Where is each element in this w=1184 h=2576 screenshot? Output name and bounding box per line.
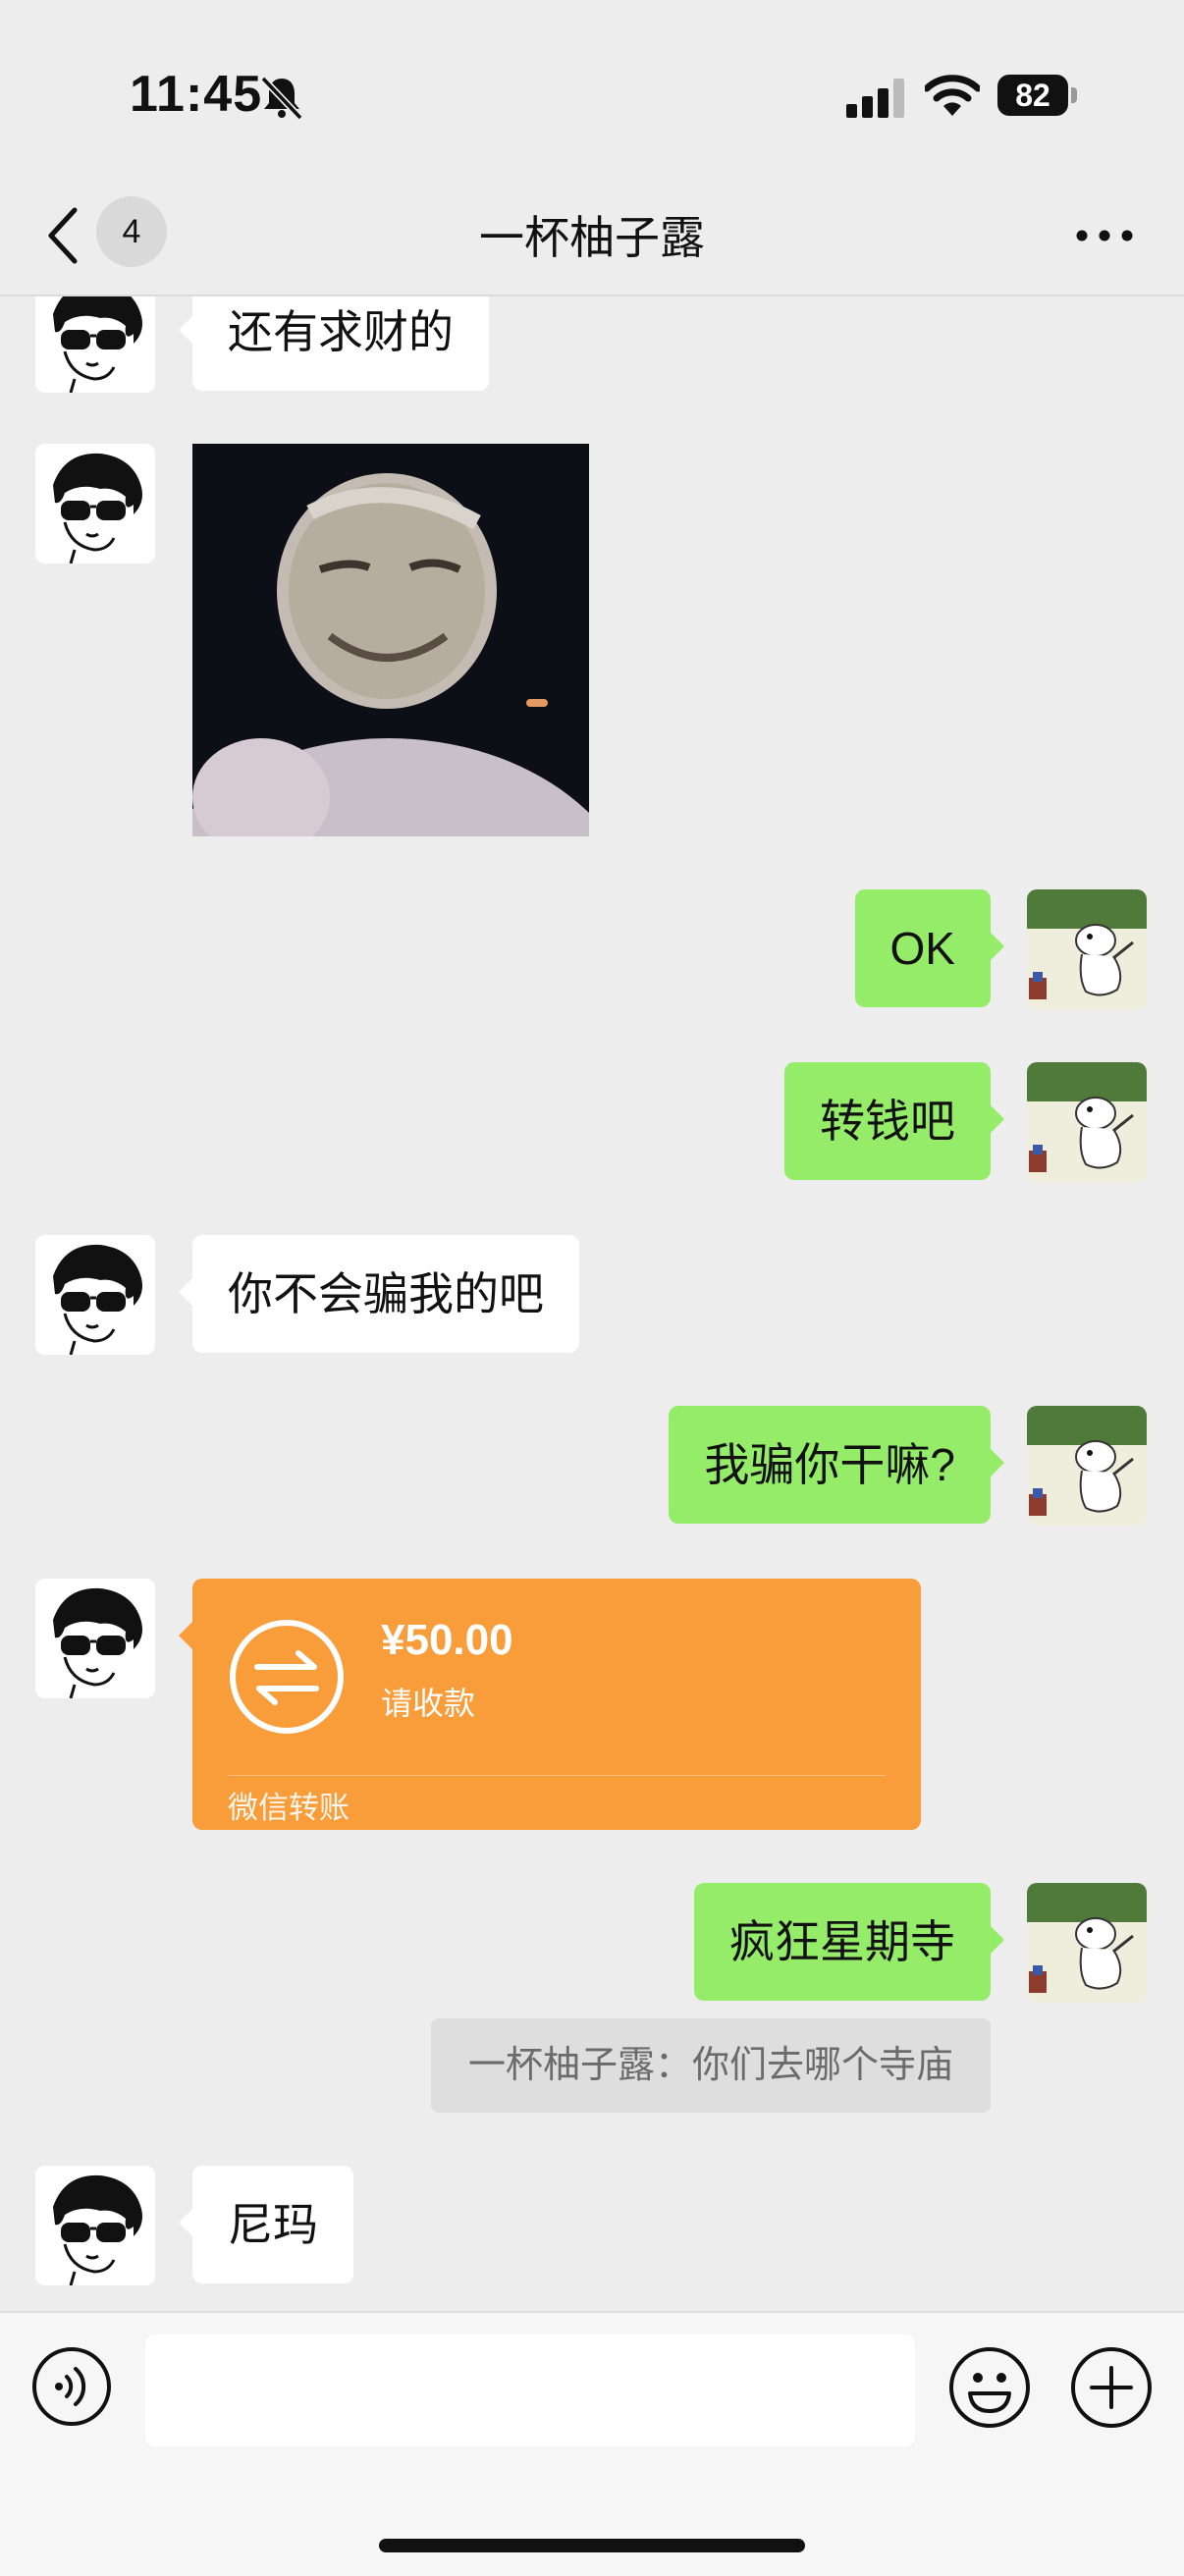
transfer-divider — [228, 1775, 886, 1776]
unread-count-badge[interactable]: 4 — [96, 196, 167, 267]
back-chevron-icon[interactable] — [39, 200, 88, 271]
transfer-arrows-icon — [230, 1620, 344, 1734]
bell-slash-icon — [260, 76, 303, 121]
plus-icon[interactable] — [1070, 2346, 1153, 2429]
more-dots-icon[interactable] — [1070, 216, 1139, 255]
chat-title: 一杯柚子露 — [479, 212, 705, 263]
image-message[interactable] — [192, 444, 589, 836]
battery-icon: 82 — [997, 75, 1077, 116]
my-avatar[interactable] — [1027, 1406, 1147, 1526]
emoji-icon[interactable] — [948, 2346, 1031, 2429]
status-bar: 11:45 82 — [0, 0, 1184, 177]
message-bubble[interactable]: 转钱吧 — [784, 1062, 1004, 1180]
message-bubble[interactable]: 疯狂星期寺 — [694, 1883, 1004, 2001]
input-bar — [0, 2311, 1184, 2576]
contact-avatar[interactable] — [35, 444, 155, 564]
transfer-amount: ¥50.00 — [381, 1616, 513, 1664]
my-avatar[interactable] — [1027, 1062, 1147, 1182]
transfer-status: 请收款 — [381, 1686, 476, 1721]
my-avatar[interactable] — [1027, 1883, 1147, 2003]
contact-avatar[interactable] — [35, 1579, 155, 1698]
nav-bar: 4 一杯柚子露 — [0, 177, 1184, 295]
message-bubble[interactable]: OK — [854, 889, 1005, 1007]
contact-avatar[interactable] — [35, 2166, 155, 2285]
message-input[interactable] — [145, 2334, 915, 2446]
message-bubble[interactable]: 尼玛 — [179, 2166, 353, 2283]
wifi-icon — [925, 75, 980, 116]
transfer-label: 微信转账 — [228, 1791, 350, 1825]
battery-level: 82 — [997, 75, 1068, 116]
home-indicator[interactable] — [379, 2539, 805, 2552]
transfer-card[interactable]: ¥50.00 请收款 微信转账 — [179, 1579, 921, 1830]
quoted-reply[interactable]: 一杯柚子露：你们去哪个寺庙 — [430, 2018, 991, 2113]
contact-avatar[interactable] — [35, 1235, 155, 1355]
message-bubble[interactable]: 我骗你干嘛? — [669, 1406, 1004, 1524]
message-bubble[interactable]: 你不会骗我的吧 — [179, 1235, 579, 1353]
voice-icon[interactable] — [31, 2346, 112, 2427]
header-divider — [0, 295, 1184, 296]
status-time: 11:45 — [130, 66, 263, 123]
my-avatar[interactable] — [1027, 889, 1147, 1009]
cellular-signal-icon — [846, 79, 904, 118]
